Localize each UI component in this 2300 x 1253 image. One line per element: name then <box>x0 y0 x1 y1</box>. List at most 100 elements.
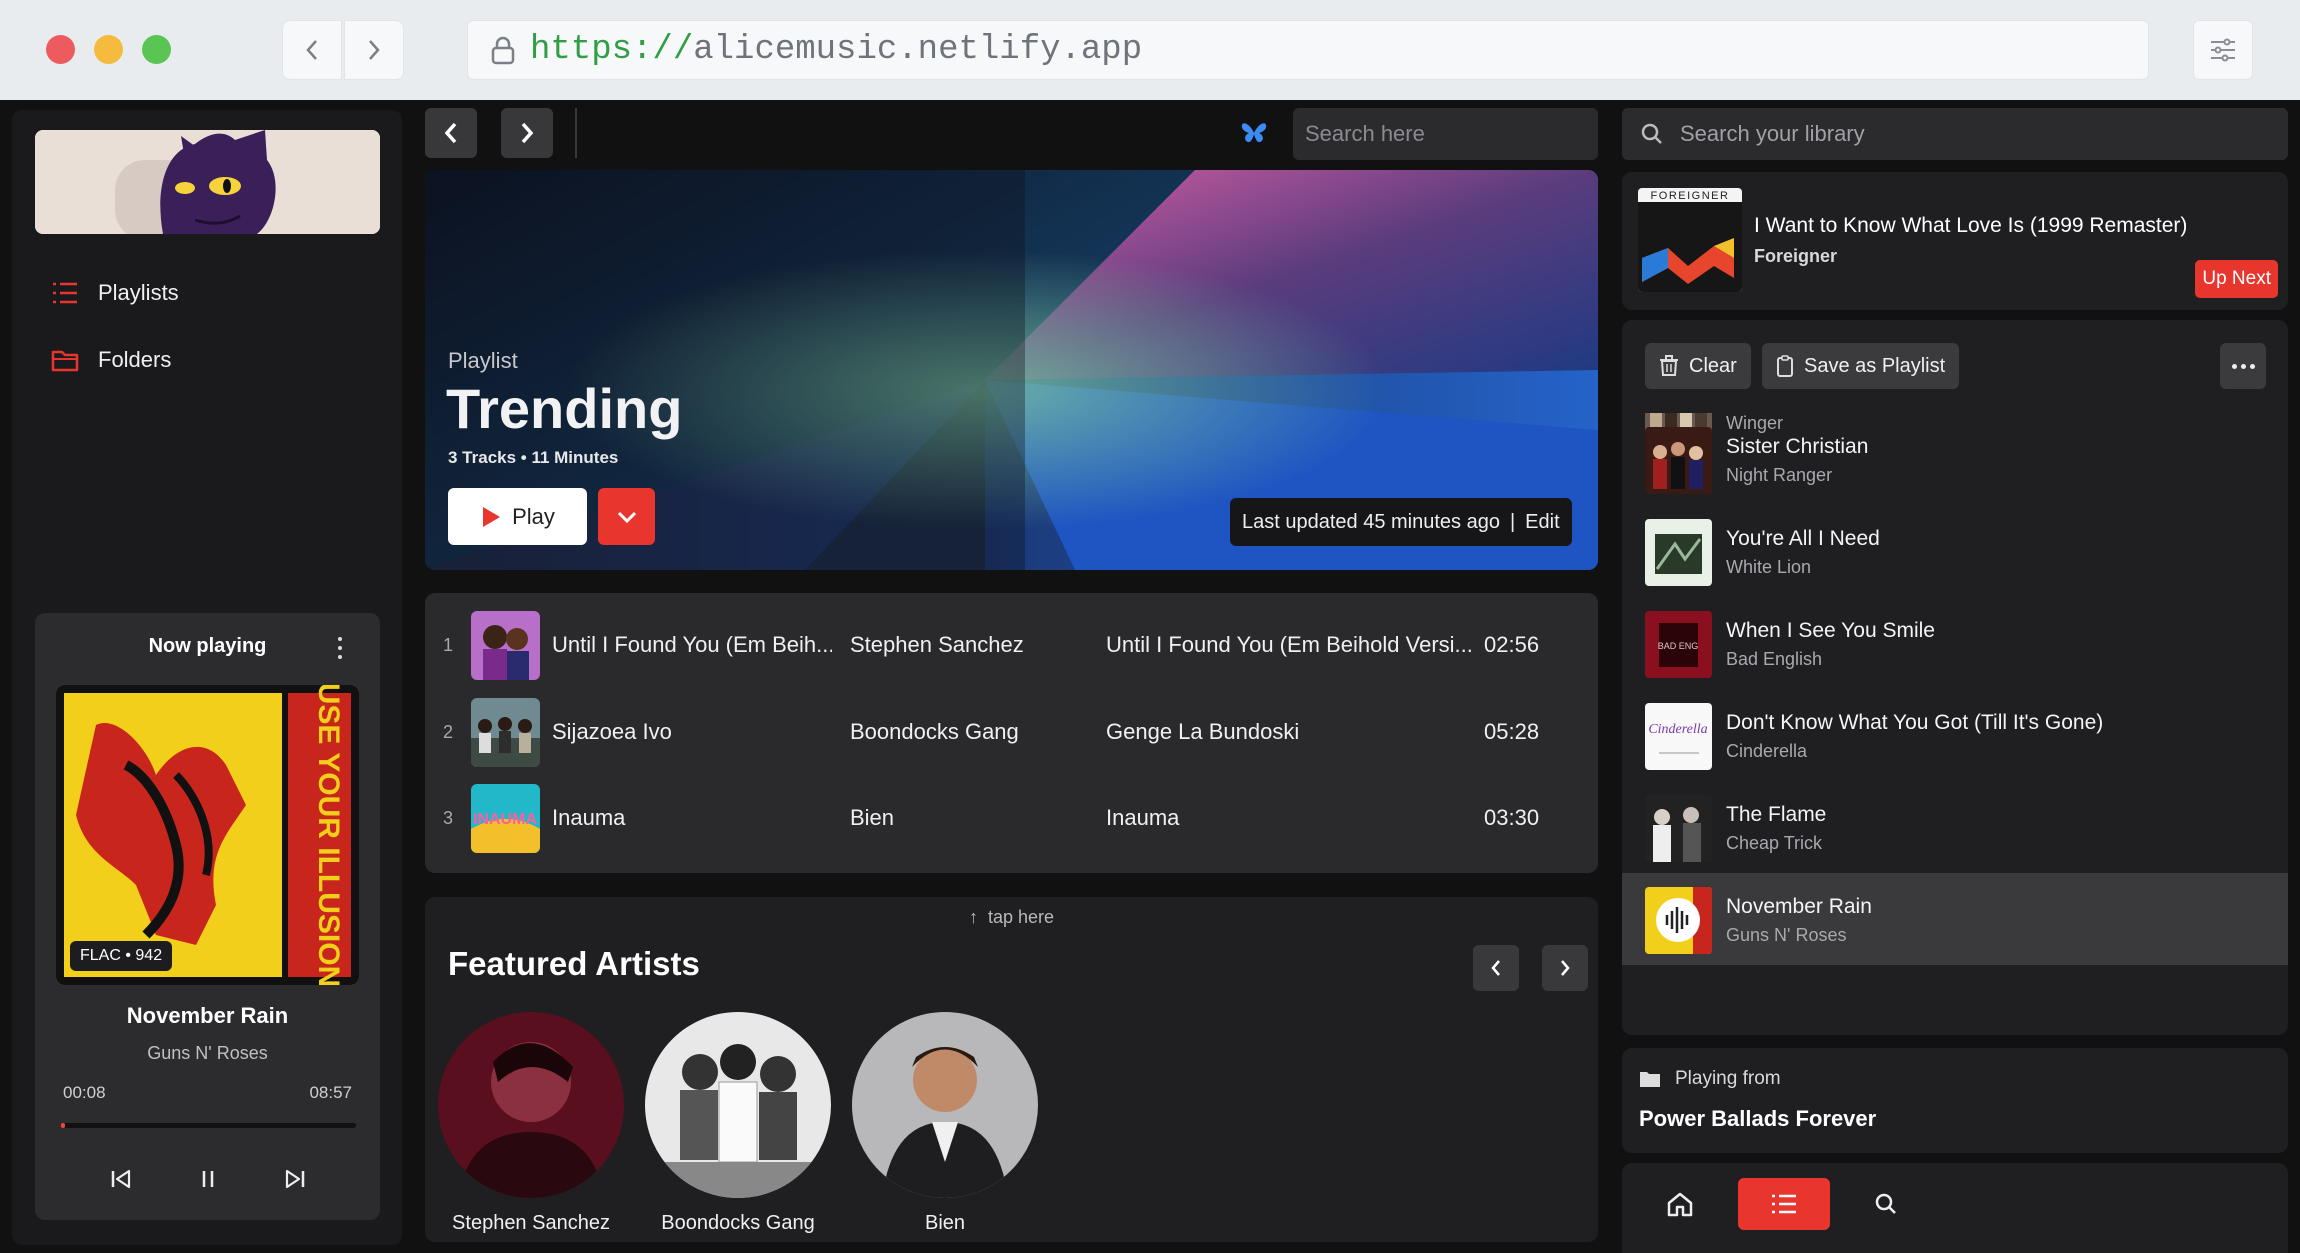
nav-home-button[interactable] <box>1634 1178 1726 1230</box>
artist-name: Bien <box>924 1212 966 1234</box>
search-icon <box>1875 1193 1896 1214</box>
queue-panel: Clear Save as Playlist Winger Sister Chr… <box>1622 320 2288 1035</box>
list-item-current[interactable]: November Rain Guns N' Roses <box>1622 873 2288 965</box>
up-next-artist: Foreigner <box>1754 246 1838 266</box>
previous-button[interactable] <box>103 1161 139 1197</box>
list-item[interactable]: The Flame Cheap Trick <box>1622 781 2288 873</box>
artist-card[interactable]: Stephen Sanchez <box>436 1012 626 1235</box>
queue-item-art <box>1645 795 1712 862</box>
now-playing-menu-button[interactable] <box>330 635 350 661</box>
playing-from-card[interactable]: Playing from Power Ballads Forever <box>1622 1048 2288 1153</box>
track-title: Sijazoea Ivo <box>552 719 672 744</box>
last-updated-box: Last updated 45 minutes ago | Edit <box>1230 498 1572 546</box>
artist-card[interactable]: Bien <box>850 1012 1040 1235</box>
featured-prev-button[interactable] <box>1473 945 1519 991</box>
svg-text:Cinderella: Cinderella <box>1648 722 1707 737</box>
list-item[interactable]: BAD ENG When I See You Smile Bad English <box>1622 597 2288 689</box>
up-next-badge: Up Next <box>2195 260 2278 298</box>
history-back-button[interactable] <box>425 108 477 158</box>
track-artist: Bien <box>850 805 895 830</box>
now-playing-card: Now playing USE YOUR ILLUSION FLAC • 942… <box>35 613 380 1220</box>
artist-photo <box>852 1012 1038 1198</box>
artist-card[interactable]: Boondocks Gang <box>643 1012 833 1235</box>
pause-button[interactable] <box>190 1161 226 1197</box>
library-search-placeholder: Search your library <box>1680 121 1865 146</box>
sidebar-item-label: Folders <box>98 347 172 372</box>
list-item[interactable]: Sister Christian Night Ranger <box>1622 413 2288 505</box>
queue-more-button[interactable] <box>2220 343 2266 389</box>
svg-text:INAUMA: INAUMA <box>473 811 537 828</box>
browser-chrome: https://alicemusic.netlify.app <box>0 0 2300 100</box>
queue-item-artist: Cinderella <box>1726 741 1808 761</box>
track-number: 1 <box>443 634 454 655</box>
featured-artists-section: ↑ tap here Featured Artists Stephen Sanc… <box>425 897 1598 1242</box>
clear-queue-button[interactable]: Clear <box>1645 343 1751 389</box>
search-icon <box>1641 123 1662 144</box>
track-number: 3 <box>443 807 454 828</box>
sidebar-banner <box>35 130 380 234</box>
toolbar-divider <box>575 108 577 158</box>
featured-next-button[interactable] <box>1542 945 1588 991</box>
list-item[interactable]: You're All I Need White Lion <box>1622 505 2288 597</box>
chevron-left-icon <box>444 122 457 144</box>
track-art <box>471 610 540 680</box>
address-bar[interactable]: https://alicemusic.netlify.app <box>467 20 2149 80</box>
artist-name: Boondocks Gang <box>661 1212 815 1234</box>
table-row[interactable]: 1 Until I Found You (Em Beih... Stephen … <box>425 608 1598 682</box>
table-row[interactable]: 2 Sijazoea Ivo Boondocks Gang Genge La B… <box>425 695 1598 769</box>
playlist-hero: Playlist Trending 3 Tracks • 11 Minutes … <box>425 170 1598 570</box>
window-close-button[interactable] <box>46 35 75 64</box>
sidebar-item-playlists[interactable]: Playlists <box>50 278 179 308</box>
clipboard-icon <box>1777 355 1793 377</box>
separator: | <box>1509 510 1516 533</box>
list-item[interactable]: Cinderella Don't Know What You Got (Till… <box>1622 689 2288 781</box>
sidebar-item-label: Playlists <box>98 280 179 305</box>
play-button[interactable]: Play <box>448 488 587 545</box>
arrow-up-icon: ↑ <box>968 907 978 927</box>
track-title: Inauma <box>552 805 626 830</box>
window-maximize-button[interactable] <box>142 35 171 64</box>
tap-here-hint[interactable]: ↑ tap here <box>425 907 1598 928</box>
nav-queue-button[interactable] <box>1738 1178 1830 1230</box>
browser-forward-button[interactable] <box>344 20 404 80</box>
up-next-card[interactable]: FOREIGNER I Want to Know What Love Is (1… <box>1622 172 2288 310</box>
track-artist: Boondocks Gang <box>850 719 1019 744</box>
lock-icon <box>491 36 515 65</box>
library-search-input[interactable]: Search your library <box>1622 108 2288 160</box>
queue-item-art: BAD ENG <box>1645 611 1712 678</box>
list-icon <box>1772 1194 1796 1214</box>
featured-artists-title: Featured Artists <box>448 945 700 982</box>
nav-search-button[interactable] <box>1840 1178 1932 1230</box>
search-input[interactable]: Search here <box>1293 108 1598 160</box>
track-art: INAUMA <box>471 783 540 853</box>
playing-from-label: Playing from <box>1675 1068 1781 1089</box>
save-as-playlist-button[interactable]: Save as Playlist <box>1762 343 1960 389</box>
bottom-nav <box>1622 1163 2288 1253</box>
window-minimize-button[interactable] <box>94 35 123 64</box>
chevron-left-icon <box>306 40 317 60</box>
sidebar-item-folders[interactable]: Folders <box>50 345 171 375</box>
track-duration: 05:28 <box>1484 719 1540 744</box>
now-playing-title: November Rain <box>126 1003 289 1028</box>
progress-bar[interactable] <box>61 1123 356 1128</box>
playing-from-label-row: Playing from <box>1639 1068 1781 1090</box>
audio-quality-badge: FLAC • 942 <box>70 941 173 971</box>
browser-back-button[interactable] <box>282 20 342 80</box>
queue-item-artist: White Lion <box>1726 557 1812 577</box>
skip-forward-icon <box>285 1169 305 1189</box>
queue-item-art <box>1645 887 1712 954</box>
up-next-title: I Want to Know What Love Is (1999 Remast… <box>1754 214 2188 237</box>
browser-settings-button[interactable] <box>2193 20 2253 80</box>
next-button[interactable] <box>277 1161 313 1197</box>
svg-text:USE YOUR ILLUSION: USE YOUR ILLUSION <box>312 685 345 985</box>
history-forward-button[interactable] <box>501 108 553 158</box>
track-title: Until I Found You (Em Beih... <box>552 632 832 657</box>
artist-photo <box>438 1012 624 1198</box>
playlist-options-dropdown[interactable] <box>598 488 655 545</box>
up-next-art: FOREIGNER <box>1638 188 1742 292</box>
queue-item-artist: Cheap Trick <box>1726 833 1823 853</box>
table-row[interactable]: 3 INAUMA Inauma Bien Inauma 03:30 <box>425 781 1598 855</box>
butterfly-icon[interactable] <box>1240 120 1268 146</box>
edit-link[interactable]: Edit <box>1525 511 1559 534</box>
up-next-cover-text: FOREIGNER <box>1651 190 1730 202</box>
